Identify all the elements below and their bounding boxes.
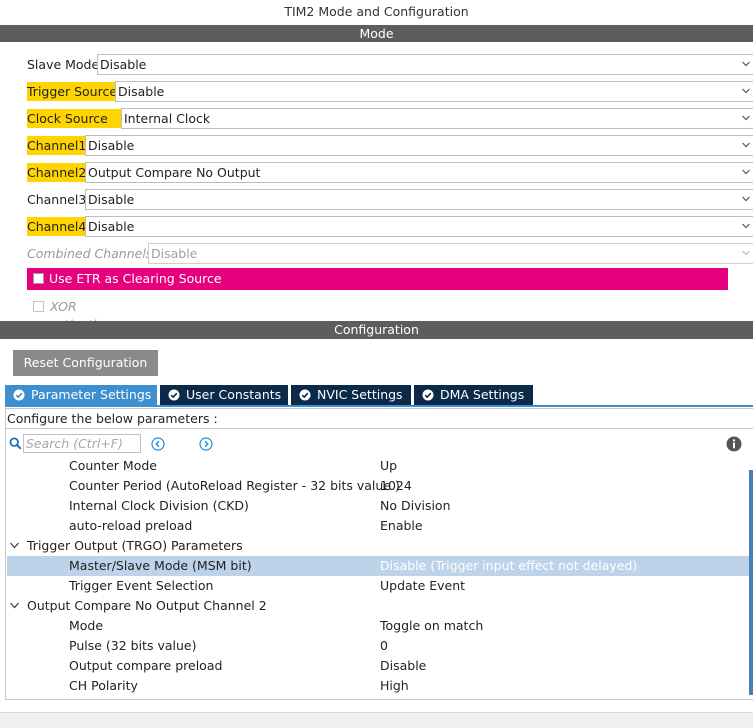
param-value: High: [380, 678, 409, 693]
configure-instruction: Configure the below parameters :: [7, 411, 218, 426]
param-value: Disable: [380, 658, 427, 673]
param-name: CH Polarity: [69, 678, 138, 693]
mode-section-header: Mode: [0, 25, 753, 43]
parameters-scrollbar[interactable]: [749, 470, 753, 695]
param-row-master-slave-mode[interactable]: Master/Slave Mode (MSM bit) Disable (Tri…: [7, 556, 749, 576]
channel2-value: Output Compare No Output: [88, 165, 261, 180]
channel4-label: Channel4: [27, 217, 89, 236]
arrow-left-circle-icon[interactable]: [151, 437, 165, 451]
trigger-source-value: Disable: [118, 84, 165, 99]
channel3-label: Channel3: [27, 192, 87, 207]
channel2-select[interactable]: Output Compare No Output: [85, 162, 753, 183]
combined-channels-select: Disable: [148, 243, 753, 264]
reset-configuration-button[interactable]: Reset Configuration: [13, 350, 158, 376]
slave-mode-select[interactable]: Disable: [97, 54, 753, 75]
channel1-value: Disable: [88, 138, 135, 153]
param-row-output-compare-preload[interactable]: Output compare preload Disable: [7, 656, 749, 676]
param-row-ch-polarity[interactable]: CH Polarity High: [7, 676, 749, 696]
chevron-down-icon: [10, 542, 19, 549]
param-name: Trigger Event Selection: [69, 578, 214, 593]
param-row-oc-mode[interactable]: Mode Toggle on match: [7, 616, 749, 636]
param-name: Mode: [69, 618, 104, 633]
check-circle-icon: [299, 389, 311, 401]
slave-mode-value: Disable: [100, 57, 147, 72]
chevron-down-icon: [742, 196, 750, 202]
check-circle-icon: [168, 389, 180, 401]
chevron-down-icon: [742, 169, 750, 175]
etr-label: Use ETR as Clearing Source: [49, 271, 222, 286]
trigger-source-label: Trigger Source: [27, 82, 120, 101]
param-row-clock-division[interactable]: Internal Clock Division (CKD) No Divisio…: [7, 496, 749, 516]
search-input[interactable]: [23, 434, 141, 453]
param-name: Master/Slave Mode (MSM bit): [69, 558, 252, 573]
window-title: TIM2 Mode and Configuration: [284, 4, 469, 19]
group-label: Output Compare No Output Channel 2: [27, 598, 267, 613]
clock-source-select[interactable]: Internal Clock: [121, 108, 753, 129]
param-value: Disable (Trigger input effect not delaye…: [380, 558, 638, 573]
param-value: Update Event: [380, 578, 466, 593]
param-row-counter-mode[interactable]: Counter Mode Up: [7, 456, 749, 476]
param-name: Pulse (32 bits value): [69, 638, 197, 653]
param-row-pulse[interactable]: Pulse (32 bits value) 0: [7, 636, 749, 656]
param-name: Counter Period (AutoReload Register - 32…: [69, 478, 400, 493]
chevron-down-icon: [742, 223, 750, 229]
arrow-right-circle-icon[interactable]: [199, 437, 213, 451]
slave-mode-label: Slave Mode: [27, 57, 100, 72]
param-name: Internal Clock Division (CKD): [69, 498, 249, 513]
etr-clearing-source-option[interactable]: Use ETR as Clearing Source: [27, 268, 728, 290]
search-icon: [9, 437, 22, 450]
clock-source-value: Internal Clock: [124, 111, 211, 126]
trigger-source-select[interactable]: Disable: [115, 81, 753, 102]
tab-user-constants[interactable]: User Constants: [160, 385, 288, 405]
channel4-select[interactable]: Disable: [85, 216, 753, 237]
combined-channels-value: Disable: [151, 246, 198, 261]
check-circle-icon: [422, 389, 434, 401]
tab-parameter-settings[interactable]: Parameter Settings: [5, 385, 157, 405]
tab-label: DMA Settings: [440, 387, 525, 402]
param-value: 1024: [380, 478, 412, 493]
chevron-down-icon: [742, 142, 750, 148]
channel1-label: Channel1: [27, 136, 89, 155]
check-circle-icon: [13, 389, 25, 401]
configuration-section-header: Configuration: [0, 321, 753, 339]
param-value: No Division: [380, 498, 451, 513]
divider: [5, 428, 753, 429]
param-value: 0: [380, 638, 388, 653]
xor-checkbox: [33, 301, 44, 312]
chevron-down-icon: [742, 115, 750, 121]
tab-dma-settings[interactable]: DMA Settings: [414, 385, 533, 405]
channel1-select[interactable]: Disable: [85, 135, 753, 156]
tab-label: Parameter Settings: [31, 387, 152, 402]
param-name: Counter Mode: [69, 458, 157, 473]
tab-nvic-settings[interactable]: NVIC Settings: [291, 385, 411, 405]
combined-channels-label: Combined Channels: [27, 246, 153, 261]
clock-source-label: Clock Source: [27, 109, 122, 128]
tab-label: NVIC Settings: [317, 387, 403, 402]
bottom-status-bar: [0, 712, 753, 728]
group-label: Trigger Output (TRGO) Parameters: [27, 538, 243, 553]
chevron-down-icon: [742, 250, 750, 256]
param-row-counter-period[interactable]: Counter Period (AutoReload Register - 32…: [7, 476, 749, 496]
chevron-down-icon: [742, 88, 750, 94]
chevron-down-icon: [742, 61, 750, 67]
channel2-label: Channel2: [27, 163, 89, 182]
chevron-down-icon: [10, 602, 19, 609]
param-name: auto-reload preload: [69, 518, 193, 533]
param-row-auto-reload-preload[interactable]: auto-reload preload Enable: [7, 516, 749, 536]
param-value: Toggle on match: [380, 618, 484, 633]
channel4-value: Disable: [88, 219, 135, 234]
param-row-trigger-event-selection[interactable]: Trigger Event Selection Update Event: [7, 576, 749, 596]
param-name: Output compare preload: [69, 658, 223, 673]
info-icon[interactable]: [726, 436, 742, 452]
param-value: Enable: [380, 518, 423, 533]
tab-underline: [5, 405, 753, 407]
tab-label: User Constants: [186, 387, 282, 402]
channel3-select[interactable]: Disable: [85, 189, 753, 210]
param-value: Up: [380, 458, 398, 473]
channel3-value: Disable: [88, 192, 135, 207]
etr-checkbox[interactable]: [33, 273, 44, 284]
